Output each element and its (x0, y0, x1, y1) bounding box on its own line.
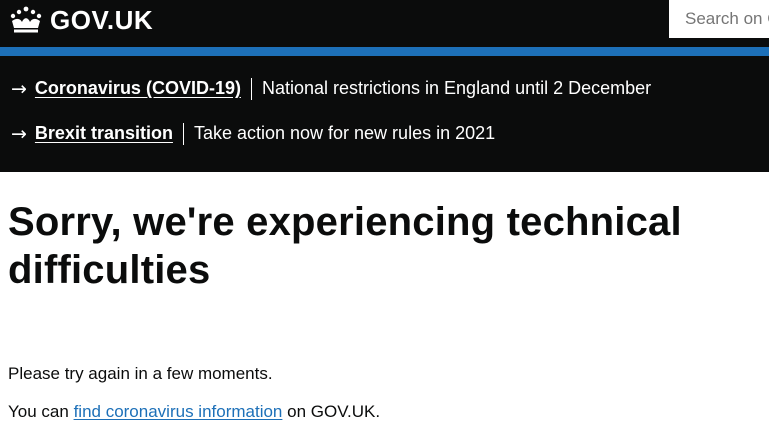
site-header: GOV.UK (0, 0, 769, 47)
crown-icon (10, 6, 42, 33)
header-accent-bar (0, 47, 769, 56)
search-input[interactable] (669, 0, 769, 38)
coronavirus-link[interactable]: Coronavirus (COVID-19) (35, 78, 241, 99)
page-title: Sorry, we're experiencing technical diff… (8, 200, 682, 292)
brexit-link[interactable]: Brexit transition (35, 123, 173, 144)
logo-text: GOV.UK (50, 4, 154, 35)
divider (250, 77, 252, 100)
notice-brexit: → Brexit transition Take action now for … (0, 111, 769, 156)
coronavirus-info-link[interactable]: find coronavirus information (74, 402, 283, 421)
govuk-logo-link[interactable]: GOV.UK (8, 2, 153, 38)
info-paragraph: You can find coronavirus information on … (8, 402, 769, 422)
notice-covid: → Coronavirus (COVID-19) National restri… (0, 66, 769, 111)
error-message: Please try again in a few moments. (8, 364, 273, 383)
divider (182, 122, 184, 145)
main-content: Sorry, we're experiencing technical diff… (0, 198, 769, 422)
info-prefix: You can (8, 402, 69, 421)
info-suffix: on GOV.UK. (287, 402, 381, 421)
notice-covid-text: National restrictions in England until 2… (261, 78, 652, 98)
arrow-right-icon: → (11, 77, 27, 100)
arrow-right-icon: → (11, 122, 27, 145)
notice-brexit-text: Take action now for new rules in 2021 (193, 123, 496, 143)
global-notices-banner: → Coronavirus (COVID-19) National restri… (0, 56, 769, 172)
